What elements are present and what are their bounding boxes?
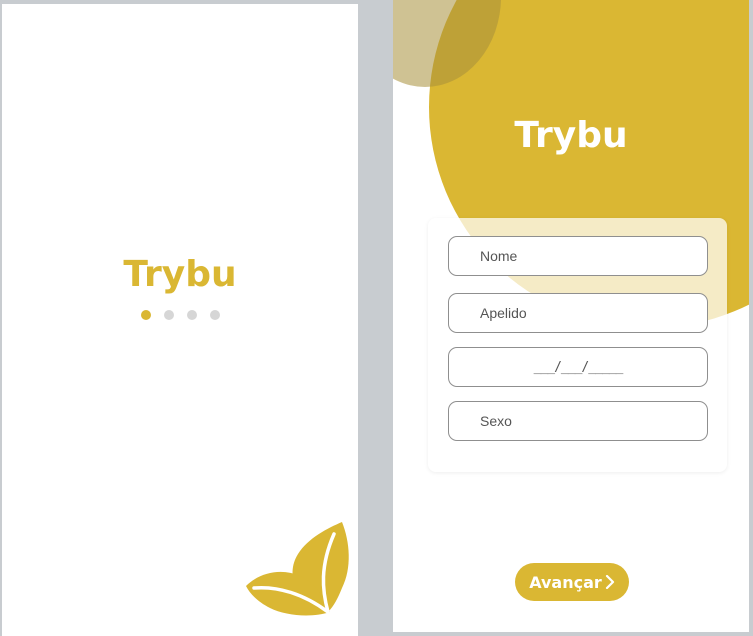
- surname-input[interactable]: [448, 293, 708, 333]
- gender-input[interactable]: [448, 401, 708, 441]
- carousel-dot-2[interactable]: [164, 310, 174, 320]
- leaves-icon: [246, 522, 349, 616]
- name-input[interactable]: [448, 236, 708, 276]
- carousel-dot-4[interactable]: [210, 310, 220, 320]
- registration-screen: Trybu Avançar: [393, 0, 749, 632]
- next-button[interactable]: Avançar: [515, 563, 629, 601]
- next-button-label: Avançar: [529, 572, 602, 592]
- birthdate-input[interactable]: [448, 347, 708, 387]
- form-card: [428, 218, 727, 472]
- carousel-indicator: [141, 310, 220, 320]
- chevron-right-icon: [605, 575, 614, 589]
- carousel-dot-1[interactable]: [141, 310, 151, 320]
- splash-title: Trybu: [123, 254, 237, 295]
- form-title: Trybu: [514, 115, 628, 156]
- splash-screen: Trybu: [2, 4, 358, 636]
- carousel-dot-3[interactable]: [187, 310, 197, 320]
